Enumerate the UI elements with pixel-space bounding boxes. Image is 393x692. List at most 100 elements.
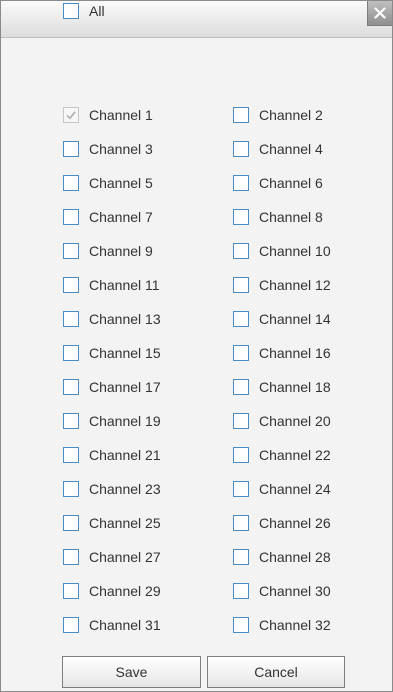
channel-item[interactable]: Channel 32 (233, 615, 331, 635)
channel-item[interactable]: Channel 24 (233, 479, 331, 499)
channel-checkbox[interactable] (63, 141, 79, 157)
channel-row: Channel 29 Channel 30 (63, 581, 363, 601)
channel-checkbox[interactable] (63, 515, 79, 531)
channel-label: Channel 10 (259, 243, 331, 259)
channel-label: Channel 1 (89, 107, 153, 123)
channel-label: Channel 21 (89, 447, 161, 463)
channel-label: Channel 28 (259, 549, 331, 565)
channel-item[interactable]: Channel 25 (63, 513, 161, 533)
channel-row: Channel 1 Channel 2 (63, 105, 363, 125)
channel-item[interactable]: Channel 22 (233, 445, 331, 465)
channel-row: Channel 31 Channel 32 (63, 615, 363, 635)
channel-checkbox[interactable] (233, 515, 249, 531)
channel-item[interactable]: Channel 16 (233, 343, 331, 363)
channel-item[interactable]: Channel 28 (233, 547, 331, 567)
all-checkbox-row[interactable]: All (63, 1, 105, 21)
channel-checkbox[interactable] (233, 617, 249, 633)
all-label: All (89, 3, 105, 19)
channel-checkbox[interactable] (63, 549, 79, 565)
channel-checkbox[interactable] (233, 447, 249, 463)
channel-checkbox[interactable] (63, 243, 79, 259)
channel-checkbox[interactable] (63, 447, 79, 463)
channel-checkbox[interactable] (233, 345, 249, 361)
channel-checkbox[interactable] (63, 345, 79, 361)
channel-label: Channel 2 (259, 107, 323, 123)
channel-item[interactable]: Channel 1 (63, 105, 153, 125)
channel-item[interactable]: Channel 17 (63, 377, 161, 397)
cancel-button[interactable]: Cancel (207, 656, 345, 688)
channel-item[interactable]: Channel 9 (63, 241, 153, 261)
channel-item[interactable]: Channel 10 (233, 241, 331, 261)
channel-checkbox[interactable] (233, 481, 249, 497)
channel-label: Channel 8 (259, 209, 323, 225)
channel-row: Channel 11 Channel 12 (63, 275, 363, 295)
channel-item[interactable]: Channel 12 (233, 275, 331, 295)
channel-item[interactable]: Channel 27 (63, 547, 161, 567)
channel-label: Channel 19 (89, 413, 161, 429)
channel-label: Channel 5 (89, 175, 153, 191)
channel-label: Channel 6 (259, 175, 323, 191)
channel-checkbox[interactable] (63, 209, 79, 225)
channel-checkbox[interactable] (233, 141, 249, 157)
channel-checkbox[interactable] (233, 175, 249, 191)
channel-label: Channel 7 (89, 209, 153, 225)
channel-checkbox[interactable] (233, 243, 249, 259)
channel-label: Channel 16 (259, 345, 331, 361)
channel-checkbox[interactable] (63, 481, 79, 497)
channel-checkbox[interactable] (233, 311, 249, 327)
channel-item[interactable]: Channel 20 (233, 411, 331, 431)
all-checkbox[interactable] (63, 3, 79, 19)
channel-item[interactable]: Channel 2 (233, 105, 323, 125)
channel-item[interactable]: Channel 5 (63, 173, 153, 193)
channel-row: Channel 3 Channel 4 (63, 139, 363, 159)
channel-checkbox[interactable] (233, 277, 249, 293)
channel-item[interactable]: Channel 30 (233, 581, 331, 601)
channel-checkbox[interactable] (233, 107, 249, 123)
channel-checkbox[interactable] (233, 209, 249, 225)
channel-item[interactable]: Channel 29 (63, 581, 161, 601)
channel-label: Channel 11 (89, 277, 160, 293)
channel-item[interactable]: Channel 13 (63, 309, 161, 329)
channel-label: Channel 26 (259, 515, 331, 531)
channel-item[interactable]: Channel 19 (63, 411, 161, 431)
channel-item[interactable]: Channel 3 (63, 139, 153, 159)
save-button[interactable]: Save (62, 656, 201, 688)
channel-label: Channel 9 (89, 243, 153, 259)
channel-checkbox (63, 107, 79, 123)
channel-item[interactable]: Channel 21 (63, 445, 161, 465)
channel-item[interactable]: Channel 8 (233, 207, 323, 227)
channel-item[interactable]: Channel 11 (63, 275, 160, 295)
channel-checkbox[interactable] (233, 549, 249, 565)
channel-checkbox[interactable] (63, 379, 79, 395)
channel-select-dialog: All Channel 1 Channel 2 Channel 3 Channel 4… (0, 0, 393, 692)
channel-checkbox[interactable] (63, 277, 79, 293)
channel-item[interactable]: Channel 15 (63, 343, 161, 363)
channel-row: Channel 27 Channel 28 (63, 547, 363, 567)
channel-label: Channel 15 (89, 345, 161, 361)
channel-item[interactable]: Channel 18 (233, 377, 331, 397)
channel-checkbox[interactable] (233, 413, 249, 429)
channel-item[interactable]: Channel 23 (63, 479, 161, 499)
channel-item[interactable]: Channel 7 (63, 207, 153, 227)
channel-item[interactable]: Channel 4 (233, 139, 323, 159)
channel-label: Channel 29 (89, 583, 161, 599)
channel-row: Channel 9 Channel 10 (63, 241, 363, 261)
channel-label: Channel 27 (89, 549, 161, 565)
channel-label: Channel 4 (259, 141, 323, 157)
channel-item[interactable]: Channel 6 (233, 173, 323, 193)
channel-item[interactable]: Channel 26 (233, 513, 331, 533)
channel-label: Channel 13 (89, 311, 161, 327)
channel-checkbox[interactable] (63, 617, 79, 633)
channel-checkbox[interactable] (63, 175, 79, 191)
channel-checkbox[interactable] (63, 583, 79, 599)
channel-item[interactable]: Channel 14 (233, 309, 331, 329)
channel-checkbox[interactable] (233, 379, 249, 395)
channel-label: Channel 30 (259, 583, 331, 599)
channel-item[interactable]: Channel 31 (63, 615, 161, 635)
channel-checkbox[interactable] (233, 583, 249, 599)
channel-checkbox[interactable] (63, 413, 79, 429)
close-button[interactable] (367, 1, 392, 26)
channel-label: Channel 12 (259, 277, 331, 293)
channel-label: Channel 17 (89, 379, 161, 395)
channel-checkbox[interactable] (63, 311, 79, 327)
